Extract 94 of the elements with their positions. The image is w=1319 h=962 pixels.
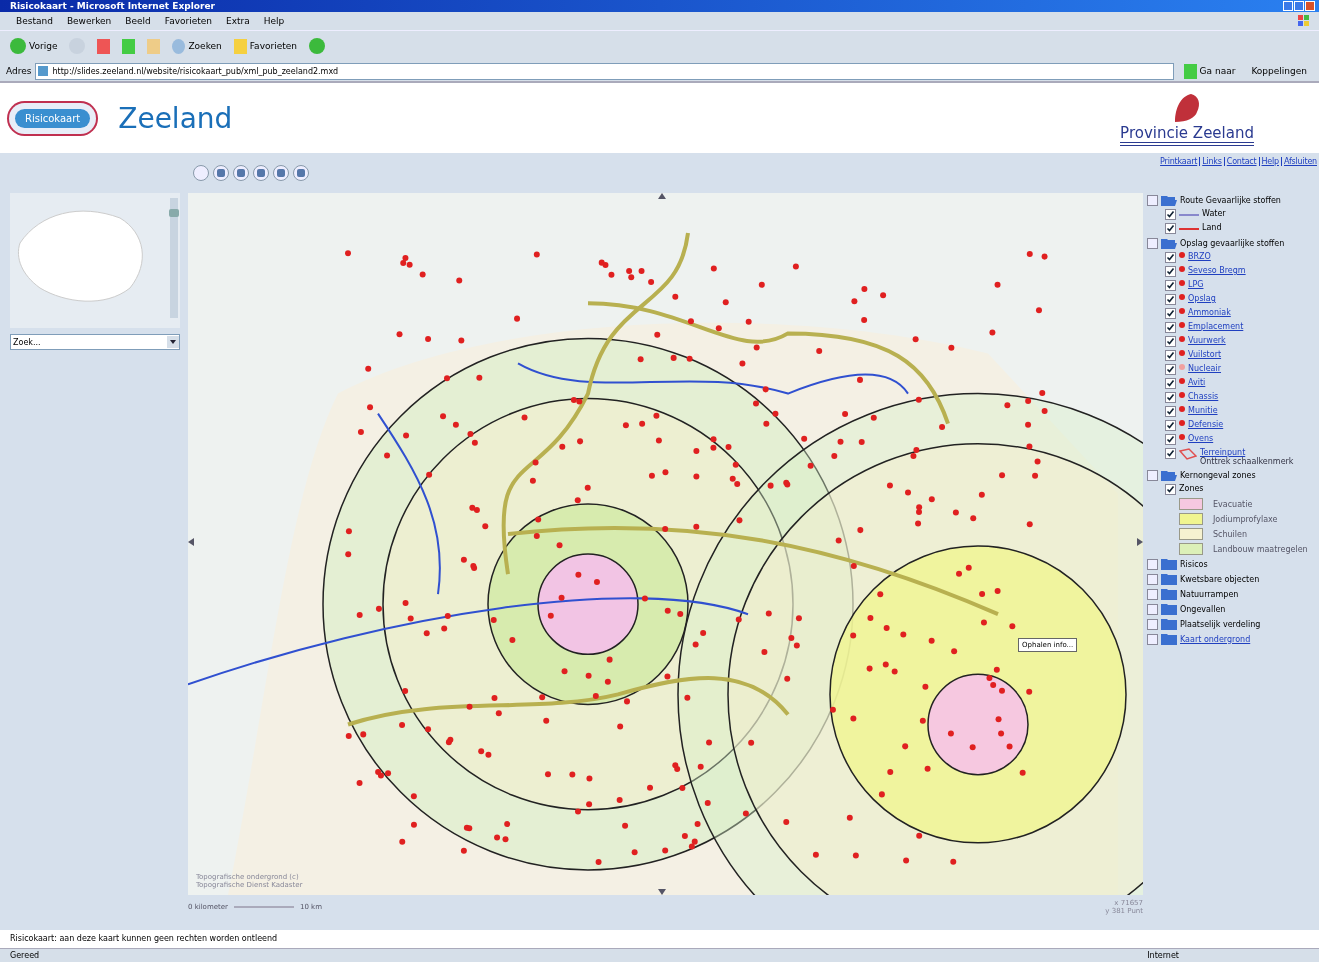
layer-checkbox[interactable] bbox=[1165, 294, 1176, 305]
layer-checkbox[interactable] bbox=[1165, 223, 1176, 234]
pan-up-arrow[interactable] bbox=[658, 193, 666, 199]
layer-link[interactable]: Ammoniak bbox=[1188, 308, 1231, 317]
layer-checkbox[interactable] bbox=[1165, 406, 1176, 417]
scale-bar bbox=[233, 906, 294, 908]
disclaimer-text: Risicokaart: aan deze kaart kunnen geen rechten worden ontleend bbox=[0, 930, 1319, 948]
layer-link[interactable]: LPG bbox=[1188, 280, 1204, 289]
layer-label[interactable]: Water bbox=[1202, 209, 1226, 218]
layer-link[interactable]: Ovens bbox=[1188, 434, 1214, 443]
nav-link[interactable]: Afsluiten bbox=[1280, 157, 1317, 166]
layer-link[interactable]: Defensie bbox=[1188, 420, 1224, 429]
menu-item[interactable]: Help bbox=[257, 16, 291, 26]
go-button[interactable]: Ga naar bbox=[1177, 62, 1242, 80]
group-checkbox[interactable] bbox=[1147, 588, 1158, 600]
pan-right-arrow[interactable] bbox=[1137, 538, 1143, 546]
layer-checkbox[interactable] bbox=[1165, 484, 1176, 495]
close-button[interactable] bbox=[1305, 1, 1315, 11]
group-checkbox[interactable] bbox=[1147, 558, 1158, 570]
layer-checkbox[interactable] bbox=[1165, 392, 1176, 403]
layer-checkbox[interactable] bbox=[1165, 308, 1176, 319]
group-checkbox[interactable] bbox=[1147, 469, 1158, 481]
layer-checkbox[interactable] bbox=[1165, 266, 1176, 277]
layer-link[interactable]: Emplacement bbox=[1188, 322, 1244, 331]
layer-checkbox[interactable] bbox=[1165, 420, 1176, 431]
address-label: Adres bbox=[6, 66, 32, 76]
maximize-button[interactable] bbox=[1294, 1, 1304, 11]
layer-group-label[interactable]: Ongevallen bbox=[1180, 604, 1226, 614]
group-checkbox[interactable] bbox=[1147, 237, 1158, 249]
organization-name: Provincie Zeeland bbox=[1120, 124, 1254, 146]
layer-label[interactable]: Land bbox=[1202, 223, 1222, 232]
layer-checkbox[interactable] bbox=[1165, 448, 1176, 459]
layer-checkbox[interactable] bbox=[1165, 350, 1176, 361]
nav-link[interactable]: Contact bbox=[1223, 157, 1257, 166]
layer-link[interactable]: Seveso Bregm bbox=[1188, 266, 1246, 275]
nav-link[interactable]: Help bbox=[1258, 157, 1279, 166]
layer-group-label[interactable]: Natuurrampen bbox=[1180, 589, 1239, 599]
back-button[interactable]: Vorige bbox=[8, 36, 60, 56]
nav-link[interactable]: Links bbox=[1199, 157, 1222, 166]
layer-checkbox[interactable] bbox=[1165, 209, 1176, 220]
menu-item[interactable]: Bestand bbox=[10, 16, 59, 26]
group-checkbox[interactable] bbox=[1147, 573, 1158, 585]
search-dropdown[interactable]: Zoek... bbox=[10, 334, 180, 350]
menu-item[interactable]: Bewerken bbox=[60, 16, 118, 26]
windows-logo-icon bbox=[1297, 14, 1311, 28]
layer-link[interactable]: Terreinpunt bbox=[1200, 448, 1294, 457]
layer-link[interactable]: Chassis bbox=[1188, 392, 1219, 401]
status-text: Gereed bbox=[10, 951, 40, 960]
layer-checkbox[interactable] bbox=[1165, 252, 1176, 263]
nav-link[interactable]: Printkaart bbox=[1160, 157, 1198, 166]
zoom-slider-thumb[interactable] bbox=[169, 209, 179, 217]
menu-item[interactable]: Favorieten bbox=[158, 16, 218, 26]
layer-group-label[interactable]: Opslag gevaarlijke stoffen bbox=[1180, 238, 1285, 248]
layer-link[interactable]: Vuilstort bbox=[1188, 350, 1222, 359]
menu-item[interactable]: Beeld bbox=[119, 16, 157, 26]
layer-group-label[interactable]: Plaatselijk verdeling bbox=[1180, 619, 1261, 629]
pan-down-arrow[interactable] bbox=[658, 889, 666, 895]
window-title: Risicokaart - Microsoft Internet Explorer bbox=[10, 1, 215, 11]
zone-label: Landbouw maatregelen bbox=[1213, 544, 1308, 554]
layer-label[interactable]: Zones bbox=[1179, 484, 1204, 493]
layer-link[interactable]: Aviti bbox=[1188, 378, 1206, 387]
group-checkbox[interactable] bbox=[1147, 194, 1158, 206]
layer-group-label[interactable]: Kwetsbare objecten bbox=[1180, 574, 1260, 584]
layer-checkbox[interactable] bbox=[1165, 322, 1176, 333]
zone-label: Jodiumprofylaxe bbox=[1213, 514, 1278, 524]
layer-link[interactable]: BRZO bbox=[1188, 252, 1211, 261]
layer-sublabel: Onttrek schaalkenmerk bbox=[1200, 457, 1294, 466]
page-title: Zeeland bbox=[118, 101, 233, 135]
layer-group-label[interactable]: Route Gevaarlijke stoffen bbox=[1180, 195, 1281, 205]
group-checkbox[interactable] bbox=[1147, 618, 1158, 630]
layer-group-label[interactable]: Kernongeval zones bbox=[1180, 470, 1256, 480]
zone-label: Evacuatie bbox=[1213, 499, 1253, 509]
links-button[interactable]: Koppelingen bbox=[1245, 65, 1313, 77]
layer-group-label[interactable]: Risicos bbox=[1180, 559, 1208, 569]
address-field[interactable]: http://slides.zeeland.nl/website/risicokaart_pub/xml_pub_zeeland2.mxd bbox=[35, 62, 1174, 80]
search-button[interactable]: Zoeken bbox=[170, 36, 224, 56]
layer-group-label[interactable]: Kaart ondergrond bbox=[1180, 634, 1251, 644]
layer-checkbox[interactable] bbox=[1165, 434, 1176, 445]
minimize-button[interactable] bbox=[1283, 1, 1293, 11]
layer-link[interactable]: Opslag bbox=[1188, 294, 1216, 303]
layer-checkbox[interactable] bbox=[1165, 378, 1176, 389]
pan-left-arrow[interactable] bbox=[188, 538, 194, 546]
group-checkbox[interactable] bbox=[1147, 633, 1158, 645]
favorites-button[interactable]: Favorieten bbox=[231, 36, 299, 56]
zone-label: Schuilen bbox=[1213, 529, 1248, 539]
layer-link[interactable]: Nucleair bbox=[1188, 364, 1221, 373]
menu-item[interactable]: Extra bbox=[220, 16, 256, 26]
layer-link[interactable]: Vuurwerk bbox=[1188, 336, 1226, 345]
layer-link[interactable]: Munitie bbox=[1188, 406, 1218, 415]
layer-checkbox[interactable] bbox=[1165, 280, 1176, 291]
security-zone: Internet bbox=[1147, 951, 1179, 960]
layer-checkbox[interactable] bbox=[1165, 336, 1176, 347]
group-checkbox[interactable] bbox=[1147, 603, 1158, 615]
layer-checkbox[interactable] bbox=[1165, 364, 1176, 375]
